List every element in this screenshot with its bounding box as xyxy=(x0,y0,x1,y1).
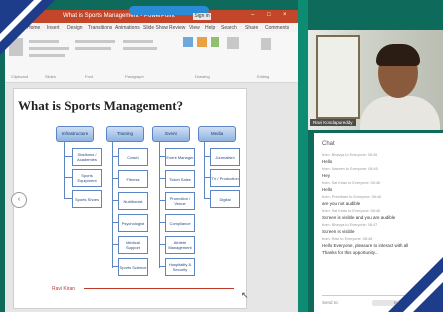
chat-title: Chat xyxy=(322,141,335,147)
item-box: Athlete Management xyxy=(165,236,195,254)
paragraph-row-1[interactable] xyxy=(75,40,115,43)
tab-slide-show[interactable]: Slide Show xyxy=(143,25,168,31)
minimize-button[interactable]: – xyxy=(251,12,254,18)
item-box: Sports Equipment xyxy=(72,169,102,187)
slide-footer-line xyxy=(84,288,234,289)
item-box: Coach xyxy=(118,148,148,166)
chat-message-text: Hey xyxy=(322,173,331,178)
corner-decoration xyxy=(413,282,443,312)
item-box: Stadiums / Academies xyxy=(72,148,102,166)
person-hair xyxy=(376,44,420,66)
tab-help[interactable]: Help xyxy=(205,25,215,31)
chat-message-text: Thanks for this opportunity... xyxy=(322,250,379,255)
item-box: Event Manager xyxy=(165,148,195,166)
participant-video[interactable]: Ravi Kondapureddy xyxy=(308,30,443,130)
item-box: Compliance xyxy=(165,214,195,232)
slide-title: What is Sports Management? xyxy=(18,98,184,113)
item-box: Nutritionist xyxy=(118,192,148,210)
chat-message-text: are you not audible xyxy=(322,201,361,206)
ribbon-group-font: Font xyxy=(85,74,94,79)
slides-row-2[interactable] xyxy=(123,47,157,50)
signin-button[interactable]: Sign in xyxy=(193,13,211,20)
item-box: Ticket Sales xyxy=(165,170,195,188)
quick-styles-icon[interactable] xyxy=(211,37,219,47)
person-body xyxy=(360,96,440,130)
paragraph-row-2[interactable] xyxy=(75,47,111,50)
slides-row-1[interactable] xyxy=(123,40,153,43)
previous-slide-button[interactable]: ‹ xyxy=(11,192,27,208)
editing-icon[interactable] xyxy=(261,38,271,50)
slide-pane: What is Sports Management? ‹ Infrastruct… xyxy=(5,83,298,312)
maximize-button[interactable]: □ xyxy=(267,12,271,18)
tab-share[interactable]: Share xyxy=(245,25,258,31)
item-box: Hospitality & Security xyxy=(165,258,195,276)
close-button[interactable]: × xyxy=(283,12,287,18)
item-box: Digital xyxy=(210,190,240,208)
connector xyxy=(64,198,72,199)
item-box: Journalism xyxy=(210,148,240,166)
tab-comments[interactable]: Comments xyxy=(265,25,289,31)
tab-design[interactable]: Design xyxy=(67,25,83,31)
slide-canvas[interactable]: What is Sports Management? ‹ Infrastruct… xyxy=(11,88,247,309)
item-box: Promotion / Venue xyxy=(165,192,195,210)
ribbon-group-editing: Editing xyxy=(257,74,270,79)
send-to-label: Send to: xyxy=(322,300,339,305)
tab-search[interactable]: Search xyxy=(221,25,237,31)
participant-name-label: Ravi Kondapureddy xyxy=(310,119,356,126)
header-infrastructure: Infrastructure xyxy=(56,126,94,142)
chat-message-text: Hello Everyone, pleasure to interact wit… xyxy=(322,243,409,248)
ribbon-group-paragraph: Paragraph xyxy=(125,74,144,79)
connector xyxy=(64,156,72,157)
connector xyxy=(112,141,113,268)
item-box: Sports Shoes xyxy=(72,190,102,208)
chat-message-meta: from: Sai Kiran to Everyone: 08:46 xyxy=(322,181,381,185)
door-frame xyxy=(316,35,360,119)
connector xyxy=(159,141,160,268)
item-box: Medical Support xyxy=(118,236,148,254)
connector xyxy=(64,177,72,178)
item-box: Sports Science xyxy=(118,258,148,276)
header-training: Training xyxy=(106,126,144,142)
chat-message-text: Hello xyxy=(322,159,333,164)
chat-message-text: Screen is visible and you are audible xyxy=(322,215,396,220)
ribbon-group-drawing: Drawing xyxy=(195,74,210,79)
ribbon-group-clipboard: Clipboard xyxy=(11,74,29,79)
panel-divider xyxy=(298,0,308,312)
tab-animations[interactable]: Animations xyxy=(115,25,140,31)
corner-decoration xyxy=(0,0,34,34)
shape-fill-icon[interactable] xyxy=(227,37,239,49)
chat-message-meta: from: Ravi to Everyone: 08:48 xyxy=(322,237,373,241)
mouse-cursor-icon: ↖ xyxy=(241,290,249,300)
item-box: TV / Production xyxy=(210,169,240,187)
chat-message-meta: from: Bhavya to Everyone: 08:45 xyxy=(322,153,378,157)
item-box: Psychologist xyxy=(118,214,148,232)
shapes-icon[interactable] xyxy=(183,37,193,47)
tab-review[interactable]: Review xyxy=(169,25,185,31)
header-event: Event xyxy=(152,126,190,142)
connector xyxy=(204,141,205,199)
chat-message-meta: from: Sai Kiran to Everyone: 08:46 xyxy=(322,209,381,213)
arrange-icon[interactable] xyxy=(197,37,207,47)
chat-message-meta: from: Naveen to Everyone: 08:45 xyxy=(322,167,378,171)
ribbon-group-slides: Slides xyxy=(45,74,56,79)
tab-view[interactable]: View xyxy=(189,25,200,31)
chat-message-meta: from: Preetham to Everyone: 08:46 xyxy=(322,195,382,199)
powerpoint-window: What is Sports Management - PowerPoint S… xyxy=(5,6,298,312)
slide-footer-text: Ravi Kiran xyxy=(52,286,76,292)
connector xyxy=(64,141,65,199)
screen: What is Sports Management - PowerPoint S… xyxy=(0,0,443,312)
chat-message-meta: from: Bhavya to Everyone: 08:47 xyxy=(322,223,378,227)
tab-transitions[interactable]: Transitions xyxy=(88,25,112,31)
item-box: Fitness xyxy=(118,170,148,188)
header-media: Media xyxy=(198,126,236,142)
chat-message-text: Screen is visible xyxy=(322,229,355,234)
chat-message-text: Hello xyxy=(322,187,333,192)
